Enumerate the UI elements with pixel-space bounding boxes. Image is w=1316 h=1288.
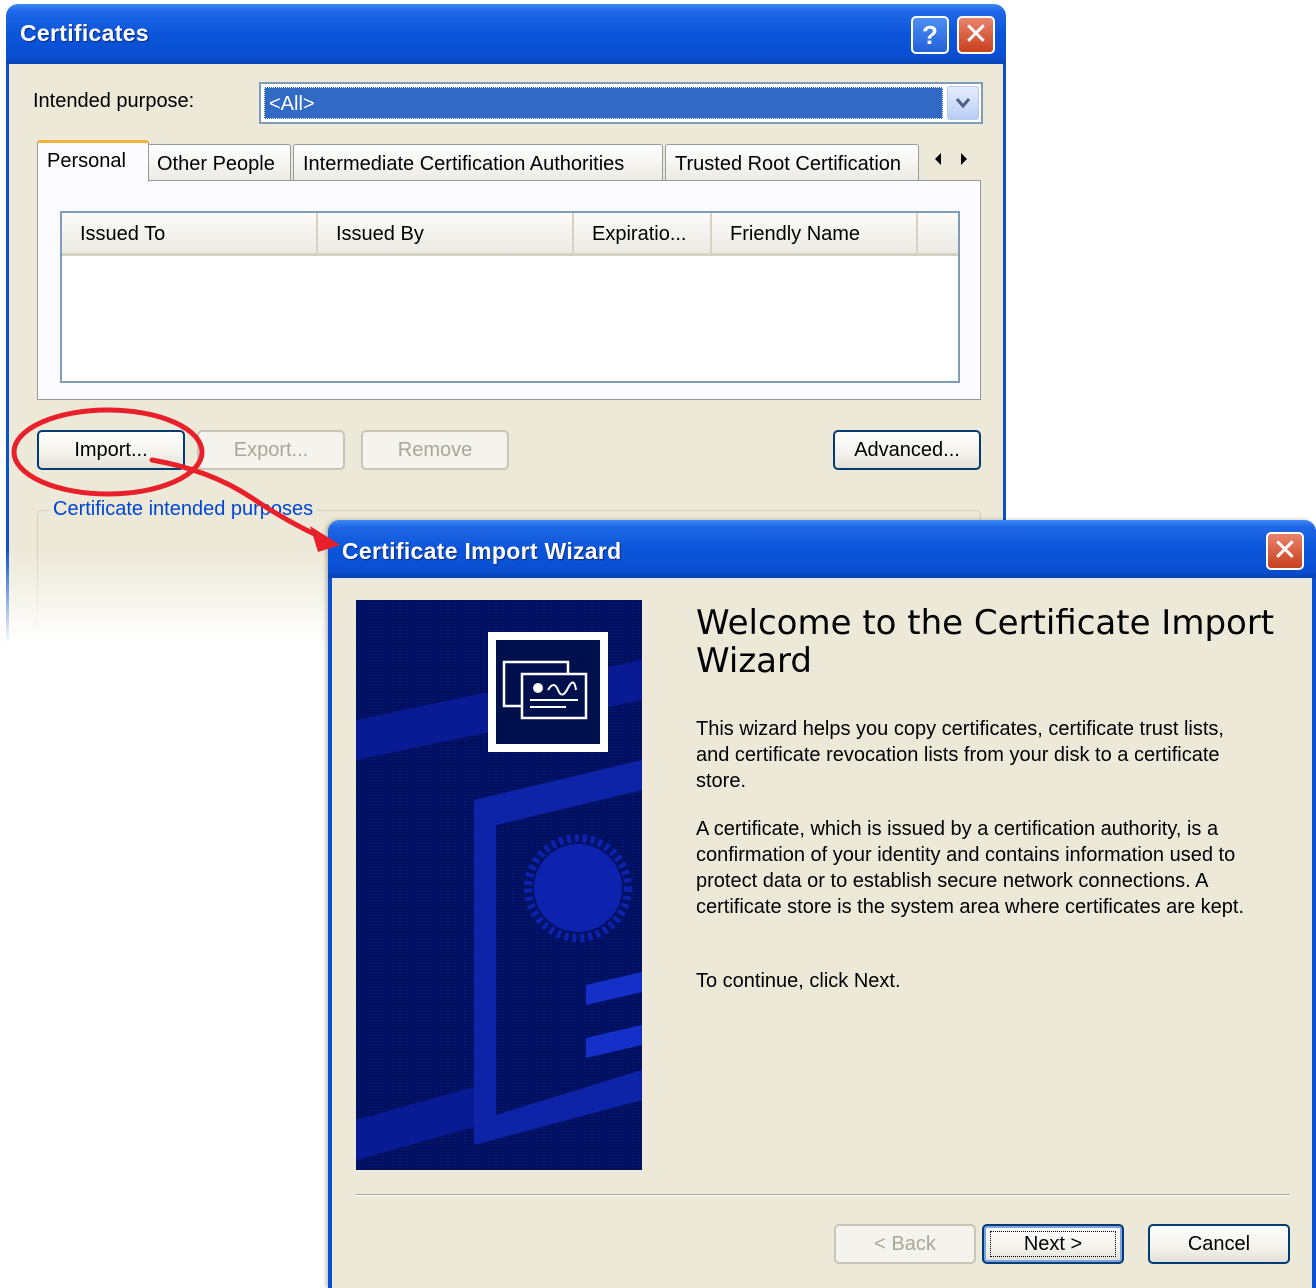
help-icon: ? xyxy=(922,20,938,50)
next-button[interactable]: Next > xyxy=(982,1224,1124,1264)
purpose-select[interactable]: <All> xyxy=(259,82,983,124)
wizard-banner-image xyxy=(356,600,642,1170)
tab-scroll-arrows[interactable] xyxy=(921,144,981,178)
wizard-close-button[interactable]: ✕ xyxy=(1266,532,1304,570)
focus-rect xyxy=(990,1231,1116,1257)
chevron-down-icon xyxy=(955,98,971,109)
cancel-label: Cancel xyxy=(1187,1233,1251,1255)
window-title: Certificates xyxy=(20,20,149,46)
arrow-right-icon[interactable] xyxy=(951,144,977,174)
tab-label: Other People xyxy=(157,153,275,175)
tab-label: Intermediate Certification Authorities xyxy=(303,153,625,175)
wizard-paragraph-1: This wizard helps you copy certificates,… xyxy=(696,718,1224,792)
import-button[interactable]: Import... xyxy=(37,430,185,470)
close-icon: ✕ xyxy=(1272,533,1298,568)
import-wizard-dialog: Certificate Import Wizard ✕ Welcome to t… xyxy=(328,520,1316,1288)
purpose-label: Intended purpose: xyxy=(33,90,195,112)
column-label: Expiratio... xyxy=(592,223,687,245)
tab-trusted-root[interactable]: Trusted Root Certification xyxy=(665,144,919,180)
help-button[interactable]: ? xyxy=(911,16,949,54)
arrow-left-icon[interactable] xyxy=(925,144,951,174)
column-issued-by[interactable]: Issued By xyxy=(318,213,574,253)
remove-label: Remove xyxy=(397,439,473,461)
export-label: Export... xyxy=(233,439,309,461)
column-friendly-name[interactable]: Friendly Name xyxy=(712,213,918,253)
wizard-title: Certificate Import Wizard xyxy=(342,538,622,564)
dropdown-arrow-button[interactable] xyxy=(947,86,979,120)
tab-label: Personal xyxy=(47,150,126,172)
wizard-title-bar[interactable]: Certificate Import Wizard ✕ xyxy=(328,520,1316,578)
tab-label: Trusted Root Certification xyxy=(675,153,902,175)
wizard-paragraph-3: To continue, click Next. xyxy=(696,970,901,992)
advanced-button[interactable]: Advanced... xyxy=(833,430,981,470)
back-label: < Back xyxy=(874,1233,936,1255)
column-label: Issued By xyxy=(336,223,424,245)
column-expiration[interactable]: Expiratio... xyxy=(574,213,712,253)
wizard-heading: Welcome to the Certificate Import Wizard xyxy=(696,603,1275,681)
certificate-art-icon xyxy=(356,600,642,1170)
close-button[interactable]: ✕ xyxy=(957,16,995,54)
tab-intermediate-ca[interactable]: Intermediate Certification Authorities xyxy=(293,144,663,180)
column-label: Issued To xyxy=(80,223,166,245)
back-button[interactable]: < Back xyxy=(834,1224,976,1264)
cancel-button[interactable]: Cancel xyxy=(1148,1224,1290,1264)
export-button[interactable]: Export... xyxy=(197,430,345,470)
remove-button[interactable]: Remove xyxy=(361,430,509,470)
certificate-list[interactable]: Issued To Issued By Expiratio... Friendl… xyxy=(60,211,960,383)
tab-page: Issued To Issued By Expiratio... Friendl… xyxy=(37,180,981,400)
wizard-separator xyxy=(356,1194,1290,1196)
purpose-value: <All> xyxy=(269,93,315,115)
close-icon: ✕ xyxy=(963,17,989,52)
tab-other-people[interactable]: Other People xyxy=(147,144,291,180)
tab-personal[interactable]: Personal xyxy=(37,140,149,182)
title-bar[interactable]: Certificates ? ✕ xyxy=(6,4,1006,64)
column-issued-to[interactable]: Issued To xyxy=(62,213,318,253)
wizard-paragraph-2: A certificate, which is issued by a cert… xyxy=(696,818,1244,918)
advanced-label: Advanced... xyxy=(854,439,960,461)
list-header: Issued To Issued By Expiratio... Friendl… xyxy=(62,213,958,256)
purposes-group-label: Certificate intended purposes xyxy=(49,498,318,521)
purpose-selection: <All> xyxy=(264,87,943,119)
column-label: Friendly Name xyxy=(730,223,861,245)
import-label: Import... xyxy=(74,439,148,461)
